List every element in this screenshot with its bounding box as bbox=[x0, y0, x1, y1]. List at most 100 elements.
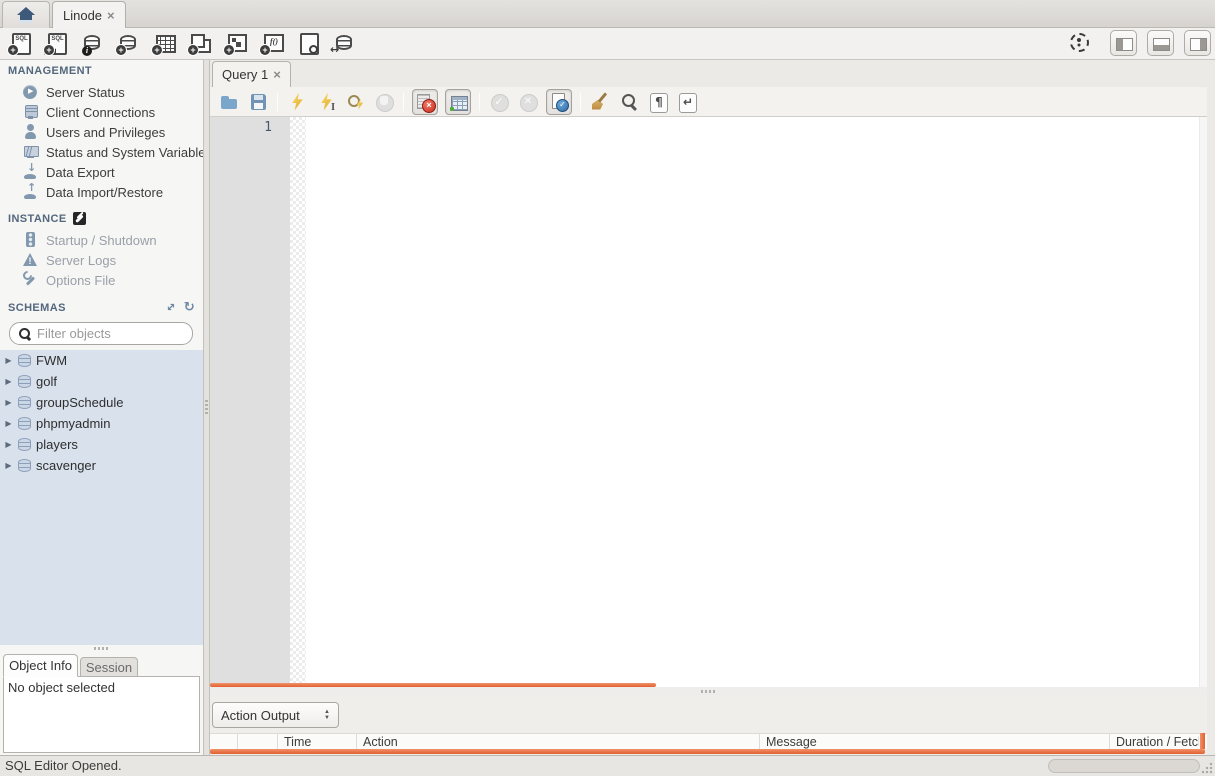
sync-arrows-icon: ↔ bbox=[330, 42, 340, 56]
column-header-index[interactable] bbox=[238, 734, 278, 750]
sidebar-item[interactable]: Server Status bbox=[0, 82, 203, 102]
sidebar-item[interactable]: Startup / Shutdown bbox=[0, 230, 203, 250]
chevron-right-icon[interactable]: ▶ bbox=[4, 461, 13, 470]
commit-icon[interactable] bbox=[488, 91, 510, 113]
db-sync-icon[interactable]: ↔ bbox=[330, 31, 356, 57]
admin-gear-icon[interactable] bbox=[1068, 31, 1092, 55]
info-badge-icon: i bbox=[82, 45, 92, 56]
vertical-splitter[interactable] bbox=[203, 60, 210, 755]
close-icon[interactable]: × bbox=[107, 8, 115, 23]
find-icon[interactable] bbox=[618, 91, 640, 113]
sidebar-item[interactable]: Data Import/Restore bbox=[0, 182, 203, 202]
sidebar-item-label: Status and System Variables bbox=[46, 144, 203, 160]
autocommit-icon[interactable] bbox=[546, 88, 572, 115]
schema-row[interactable]: ▶ FWM bbox=[0, 350, 203, 371]
toggle-left-panel-button[interactable] bbox=[1110, 30, 1137, 56]
output-selector-value: Action Output bbox=[221, 707, 300, 723]
tab-object-info[interactable]: Object Info bbox=[3, 654, 78, 677]
new-sql-doc-icon[interactable] bbox=[6, 31, 32, 57]
editor-vertical-scrollbar[interactable] bbox=[1199, 117, 1207, 687]
rollback-icon[interactable] bbox=[517, 91, 539, 113]
column-header-message[interactable]: Message bbox=[760, 734, 1110, 750]
schema-filter-box[interactable] bbox=[9, 322, 193, 345]
toolbar-separator bbox=[580, 92, 581, 111]
limit-rows-icon[interactable] bbox=[445, 88, 471, 115]
chevron-right-icon[interactable]: ▶ bbox=[4, 419, 13, 428]
sidebar-item-label: Server Status bbox=[46, 84, 125, 100]
chevron-right-icon[interactable]: ▶ bbox=[4, 398, 13, 407]
output-vertical-scrollbar[interactable] bbox=[1200, 733, 1205, 749]
schema-row[interactable]: ▶ golf bbox=[0, 371, 203, 392]
schema-icon bbox=[18, 396, 31, 409]
stop-icon[interactable] bbox=[373, 91, 395, 113]
pilcrow-icon[interactable] bbox=[647, 91, 669, 113]
sidebar-item[interactable]: Data Export bbox=[0, 162, 203, 182]
sidebar-item[interactable]: Client Connections bbox=[0, 102, 203, 122]
schema-filter-input[interactable] bbox=[37, 326, 177, 341]
data-import-icon bbox=[22, 182, 39, 200]
schema-list: ▶ FWM ▶ golf ▶ groupSchedule ▶ phpmyadmi… bbox=[0, 350, 203, 645]
mysql-workbench-window: Linode × i bbox=[0, 0, 1215, 776]
column-header-status[interactable] bbox=[210, 734, 238, 750]
users-icon bbox=[22, 124, 39, 140]
query-tab-label: Query 1 bbox=[222, 67, 269, 82]
column-header-time[interactable]: Time bbox=[278, 734, 357, 750]
func-plus-icon[interactable] bbox=[258, 31, 284, 57]
schema-icon bbox=[18, 459, 31, 472]
explain-icon[interactable] bbox=[344, 91, 366, 113]
schema-row[interactable]: ▶ players bbox=[0, 434, 203, 455]
close-icon[interactable]: × bbox=[273, 67, 281, 82]
resize-grip-icon[interactable] bbox=[1201, 762, 1213, 774]
sidebar: MANAGEMENT Server Status Client Connecti… bbox=[0, 60, 203, 755]
query-tab[interactable]: Query 1 × bbox=[212, 61, 291, 87]
sidebar-item[interactable]: Status and System Variables bbox=[0, 142, 203, 162]
toggle-right-panel-button[interactable] bbox=[1184, 30, 1211, 56]
tab-session[interactable]: Session bbox=[80, 657, 138, 677]
db-plus-icon[interactable] bbox=[114, 31, 140, 57]
view-plus-icon[interactable] bbox=[186, 31, 212, 57]
output-splitter[interactable] bbox=[210, 687, 1207, 695]
sidebar-item[interactable]: Options File bbox=[0, 270, 203, 290]
output-horizontal-scrollbar[interactable] bbox=[210, 749, 1205, 754]
sql-editor[interactable]: 1 bbox=[210, 117, 1207, 687]
expand-arrows-icon[interactable]: ↕ bbox=[163, 300, 179, 316]
chevron-right-icon[interactable]: ▶ bbox=[4, 377, 13, 386]
schema-row[interactable]: ▶ groupSchedule bbox=[0, 392, 203, 413]
toggle-bottom-panel-button[interactable] bbox=[1147, 30, 1174, 56]
wrench-badge-icon bbox=[72, 212, 86, 225]
chevron-right-icon[interactable]: ▶ bbox=[4, 440, 13, 449]
chevron-right-icon[interactable]: ▶ bbox=[4, 356, 13, 365]
wrap-icon[interactable] bbox=[676, 91, 698, 113]
server-logs-icon bbox=[22, 252, 39, 268]
output-selector-dropdown[interactable]: Action Output ▲ ▼ bbox=[212, 702, 339, 728]
save-icon[interactable] bbox=[247, 91, 269, 113]
schema-row[interactable]: ▶ phpmyadmin bbox=[0, 413, 203, 434]
sidebar-item[interactable]: Users and Privileges bbox=[0, 122, 203, 142]
schema-name: scavenger bbox=[36, 458, 96, 473]
connection-tab[interactable]: Linode × bbox=[52, 1, 126, 28]
client-connections-icon bbox=[22, 104, 39, 120]
home-tab[interactable] bbox=[2, 1, 50, 28]
schema-row[interactable]: ▶ scavenger bbox=[0, 455, 203, 476]
sidebar-item-label: Startup / Shutdown bbox=[46, 232, 157, 248]
sidebar-splitter[interactable] bbox=[0, 645, 203, 652]
db-info-icon[interactable]: i bbox=[78, 31, 104, 57]
column-header-action[interactable]: Action bbox=[357, 734, 760, 750]
main-toolbar-left-group: i ↔ bbox=[0, 31, 356, 57]
refresh-icon[interactable]: ↻ bbox=[184, 301, 195, 314]
sidebar-item[interactable]: Server Logs bbox=[0, 250, 203, 270]
statusbar-scroll-pill[interactable] bbox=[1048, 759, 1200, 773]
window-tab-bar: Linode × bbox=[0, 0, 1215, 28]
search-data-icon[interactable] bbox=[294, 31, 320, 57]
table-plus-icon[interactable] bbox=[150, 31, 176, 57]
schema-icon bbox=[18, 417, 31, 430]
startup-shutdown-icon bbox=[22, 232, 39, 248]
open-sql-file-icon[interactable] bbox=[42, 31, 68, 57]
execute-current-icon[interactable] bbox=[315, 91, 337, 113]
proc-plus-icon[interactable] bbox=[222, 31, 248, 57]
execute-bolt-icon[interactable] bbox=[286, 91, 308, 113]
broom-icon[interactable] bbox=[589, 91, 611, 113]
column-header-duration[interactable]: Duration / Fetch bbox=[1110, 734, 1199, 750]
stop-on-error-icon[interactable] bbox=[412, 88, 438, 115]
open-file-icon[interactable] bbox=[218, 91, 240, 113]
